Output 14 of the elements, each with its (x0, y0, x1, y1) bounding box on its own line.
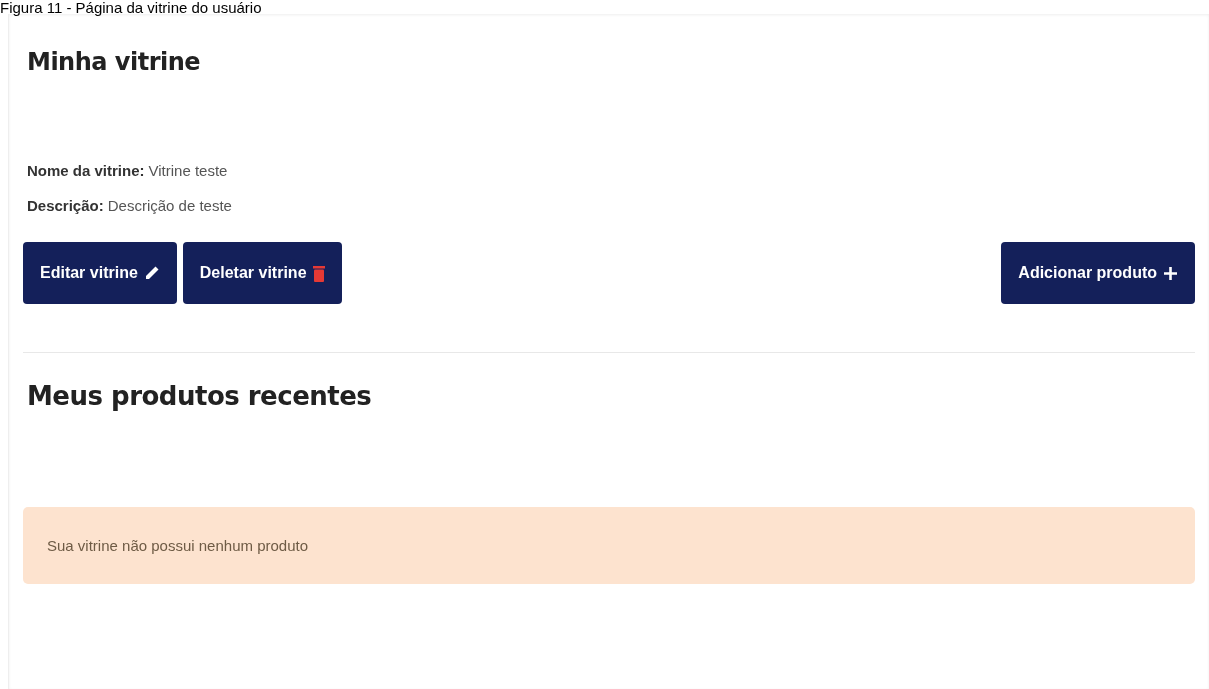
edit-button[interactable]: Editar vitrine (23, 242, 177, 304)
pencil-icon (143, 265, 160, 281)
section-title: Meus produtos recentes (27, 381, 373, 411)
figure-caption: Figura 11 - Página da vitrine do usuário (0, 0, 263, 14)
field-value: Descrição de teste (107, 197, 232, 214)
trash-icon (312, 264, 325, 282)
delete-button[interactable]: Deletar vitrine (182, 242, 342, 304)
empty-alert: Sua vitrine não possui nenhum produto (23, 507, 1195, 584)
field-label: Descrição: (27, 197, 104, 214)
page-title: Minha vitrine (27, 48, 202, 76)
plus-icon (1163, 265, 1178, 281)
field-label: Nome da vitrine: (27, 162, 145, 179)
add-product-button[interactable]: Adicionar produto (1001, 242, 1195, 304)
field-value: Vitrine teste (148, 162, 228, 179)
